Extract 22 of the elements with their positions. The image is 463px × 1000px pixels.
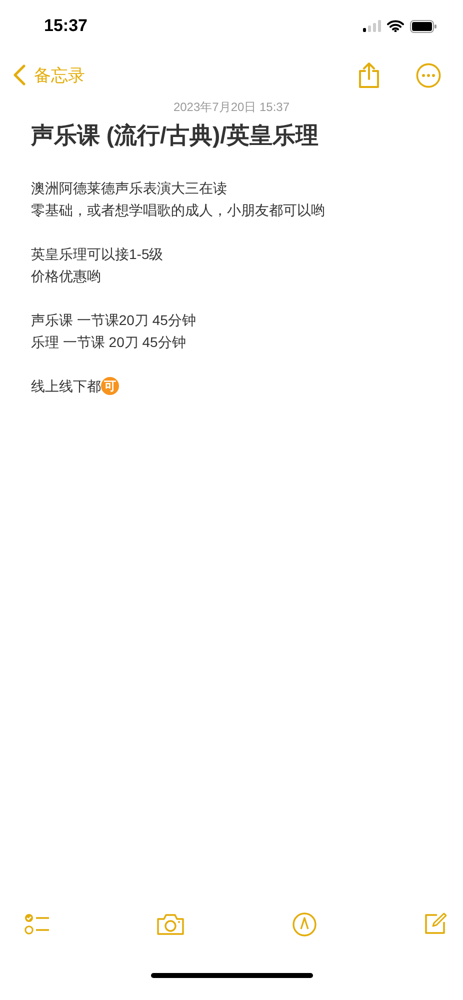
compose-icon[interactable] [422,912,449,936]
more-icon[interactable] [416,62,441,88]
share-icon[interactable] [358,62,380,88]
wifi-icon [387,20,404,32]
note-line: 声乐课 一节课20刀 45分钟 [31,311,196,330]
note-line: 英皇乐理可以接1-5级 [31,245,164,264]
note-title: 声乐课 (流行/古典)/英皇乐理 [31,121,318,150]
chevron-left-icon [13,64,26,86]
back-button[interactable]: 备忘录 [13,64,85,86]
camera-icon[interactable] [156,912,186,936]
note-line: 价格优惠哟 [31,267,101,286]
pen-tip-circle-icon[interactable] [292,912,317,936]
note-line: 乐理 一节课 20刀 45分钟 [31,333,186,352]
note-date: 2023年7月20日 15:37 [173,99,290,116]
checklist-icon[interactable] [24,913,50,935]
note-line: 零基础，或者想学唱歌的成人，小朋友都可以哟 [31,201,325,220]
signal-icon [363,20,381,32]
emoji-badge: 可 [101,377,119,395]
battery-icon [410,20,437,32]
note-line: 线上线下都 [31,377,101,396]
status-time: 15:37 [44,16,88,36]
note-line: 澳洲阿德莱德声乐表演大三在读 [31,179,227,198]
